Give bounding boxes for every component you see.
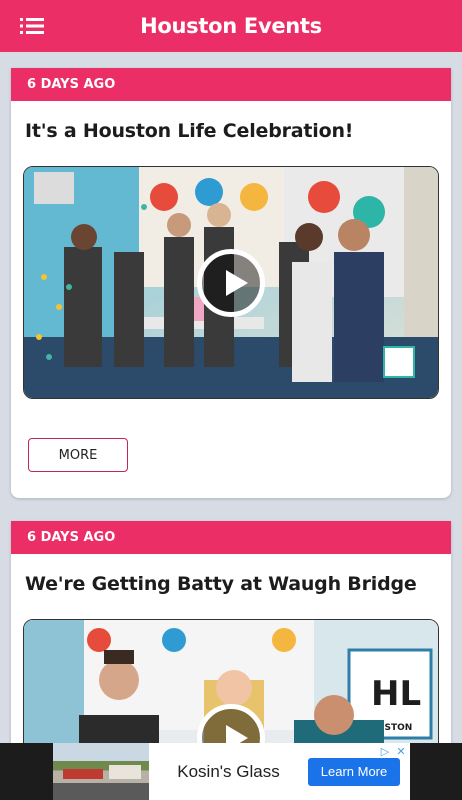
video-thumbnail[interactable]: [23, 166, 439, 399]
page-title: Houston Events: [140, 14, 322, 38]
event-card[interactable]: 6 DAYS AGO It's a Houston Life Celebrati…: [11, 68, 451, 498]
ad-banner[interactable]: Kosin's Glass Learn More ▷ ✕: [0, 743, 462, 800]
menu-list-icon: [20, 18, 44, 34]
event-age: 6 DAYS AGO: [27, 530, 116, 545]
ad-choices-icon[interactable]: ▷: [378, 744, 392, 758]
ad-cta-button[interactable]: Learn More: [308, 757, 400, 786]
app-bar: Houston Events: [0, 0, 462, 52]
event-age-header: 6 DAYS AGO: [11, 521, 451, 554]
event-title[interactable]: We're Getting Batty at Waugh Bridge: [25, 573, 417, 595]
event-age: 6 DAYS AGO: [27, 77, 116, 92]
play-button[interactable]: [197, 248, 265, 317]
ad-choices[interactable]: ▷ ✕: [378, 744, 408, 758]
event-title[interactable]: It's a Houston Life Celebration!: [25, 120, 353, 142]
ad-image: [53, 743, 149, 800]
ad-text[interactable]: Kosin's Glass: [149, 762, 308, 782]
menu-button[interactable]: [14, 12, 50, 40]
svg-text:HL: HL: [371, 674, 421, 714]
more-button[interactable]: MORE: [28, 438, 128, 472]
ad-content[interactable]: Kosin's Glass Learn More ▷ ✕: [53, 743, 410, 800]
close-icon[interactable]: ✕: [394, 744, 408, 758]
event-age-header: 6 DAYS AGO: [11, 68, 451, 101]
